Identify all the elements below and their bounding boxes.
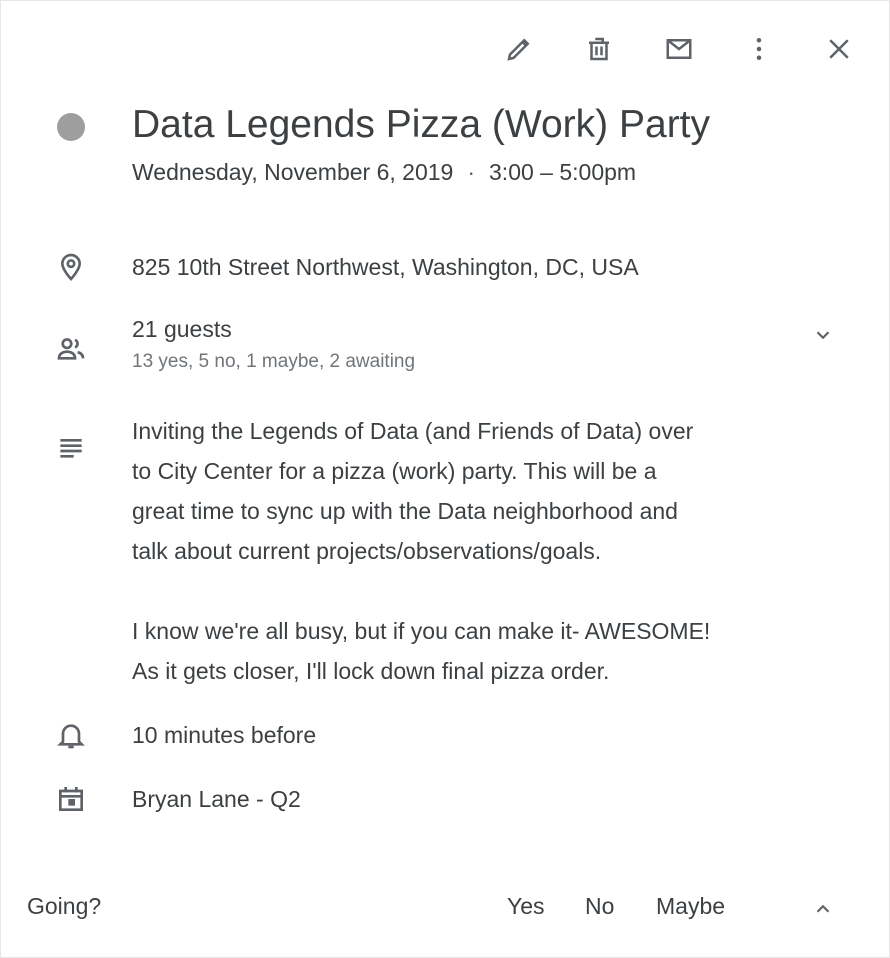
guest-count: 21 guests: [132, 316, 232, 342]
event-toolbar: [467, 23, 867, 75]
event-color-dot: [57, 113, 85, 141]
calendar-icon: [51, 779, 91, 819]
chevron-up-icon: [816, 904, 830, 913]
event-details-card: Data Legends Pizza (Work) Party Wednesda…: [0, 0, 890, 958]
event-date: Wednesday, November 6, 2019: [132, 159, 454, 185]
event-title: Data Legends Pizza (Work) Party: [132, 103, 711, 146]
more-options-button[interactable]: [731, 23, 787, 75]
guest-rsvp-summary: 13 yes, 5 no, 1 maybe, 2 awaiting: [132, 351, 416, 372]
people-icon: [51, 329, 91, 369]
rsvp-options-button[interactable]: [807, 893, 839, 925]
rsvp-maybe-button[interactable]: Maybe: [656, 893, 725, 920]
description-line: great time to sync up with the Data neig…: [132, 498, 678, 524]
description-line: talk about current projects/observations…: [132, 538, 602, 564]
more-vert-icon: [756, 38, 762, 60]
chevron-down-icon: [816, 331, 830, 340]
description-line: Inviting the Legends of Data (and Friend…: [132, 418, 694, 444]
rsvp-yes-button[interactable]: Yes: [507, 893, 545, 920]
expand-guests-button[interactable]: [807, 319, 839, 351]
event-time: 3:00 – 5:00pm: [489, 159, 637, 185]
pencil-icon: [507, 38, 530, 61]
rsvp-no-button[interactable]: No: [585, 893, 614, 920]
reminder-label: 10 minutes before: [132, 722, 317, 748]
event-color-indicator: [51, 107, 91, 147]
email-guests-button[interactable]: [651, 23, 707, 75]
rsvp-footer: Going? Yes No Maybe: [1, 853, 889, 957]
event-location[interactable]: 825 10th Street Northwest, Washington, D…: [132, 251, 849, 283]
bell-icon: [51, 715, 91, 755]
calendar-name: Bryan Lane - Q2: [132, 786, 301, 812]
mail-icon: [666, 39, 692, 59]
description-line: I know we're all busy, but if you can ma…: [132, 618, 711, 644]
notes-icon: [51, 427, 91, 467]
description-line: As it gets closer, I'll lock down final …: [132, 658, 610, 684]
location-pin-icon: [51, 247, 91, 287]
close-icon: [829, 39, 849, 59]
description-line: to City Center for a pizza (work) party.…: [132, 458, 657, 484]
event-description: Inviting the Legends of Data (and Friend…: [132, 411, 849, 691]
close-button[interactable]: [811, 23, 867, 75]
edit-event-button[interactable]: [491, 23, 547, 75]
trash-icon: [589, 37, 609, 61]
event-datetime: Wednesday, November 6, 2019 · 3:00 – 5:00p…: [132, 159, 849, 186]
going-label: Going?: [27, 893, 102, 919]
delete-event-button[interactable]: [571, 23, 627, 75]
datetime-separator: ·: [467, 159, 476, 185]
